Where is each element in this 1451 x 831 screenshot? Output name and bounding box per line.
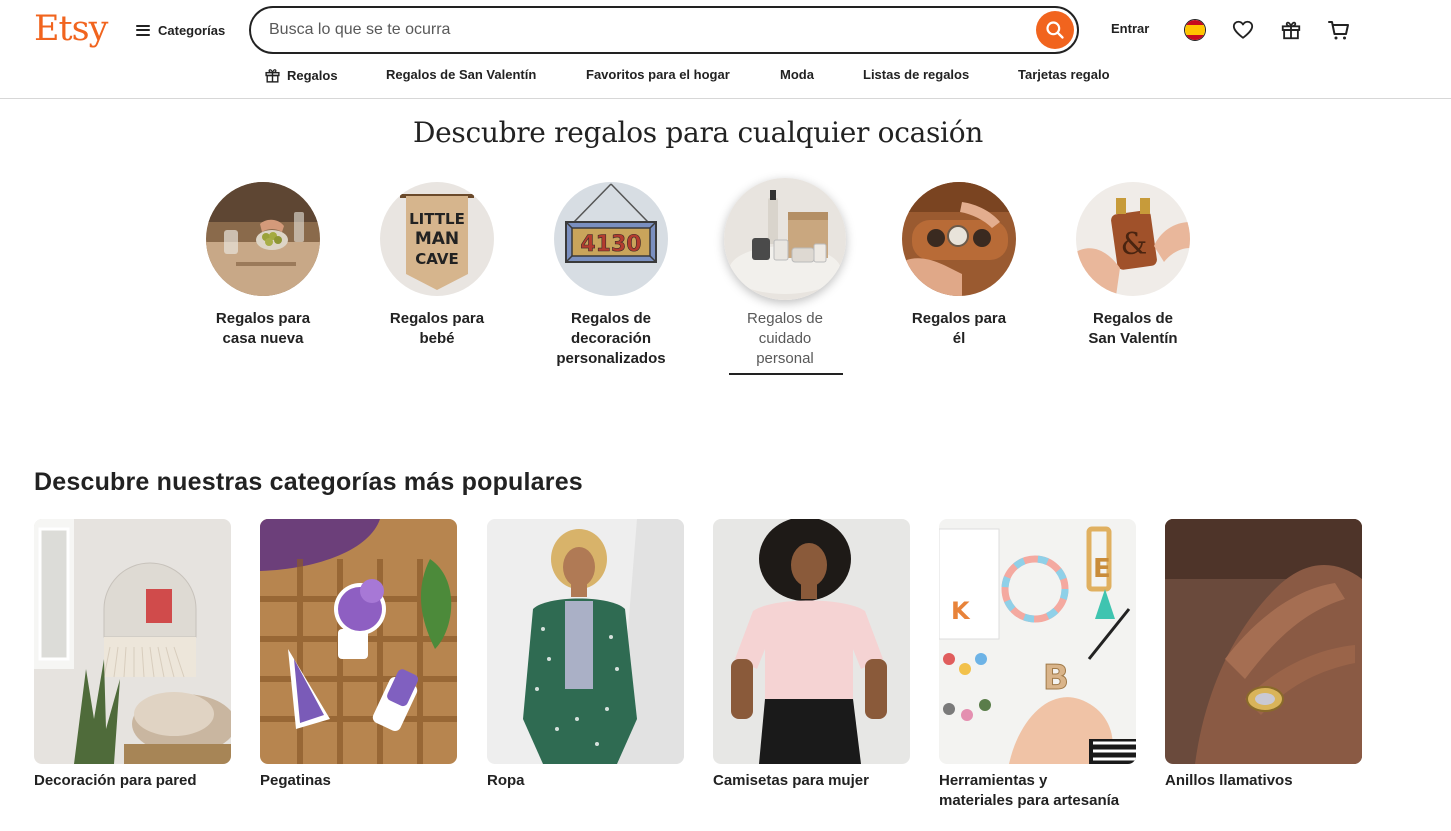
svg-text:4130: 4130 [580,232,641,257]
svg-text:E: E [1093,554,1111,584]
occasion-image [724,178,846,300]
subnav-item-hogar[interactable]: Favoritos para el hogar [586,67,730,82]
occasion-image: & [1076,182,1190,296]
occasion-image [902,182,1016,296]
occasion-para-el[interactable]: Regalos para él [889,182,1029,349]
search-icon [1046,21,1064,39]
gift-icon [1281,21,1301,40]
category-card-ropa[interactable]: Ropa [487,519,684,791]
svg-text:LITTLE: LITTLE [409,210,465,228]
occasion-label: Regalos de San Valentín [1088,310,1178,347]
occasion-bebe[interactable]: LITTLE MAN CAVE Regalos para bebé [367,182,507,349]
categories-label: Categorías [158,22,226,38]
search-button[interactable] [1036,11,1074,49]
occasion-label: Regalos para casa nueva [215,310,311,347]
category-image [34,519,231,764]
subnav-label: Regalos [287,68,338,83]
category-label: Ropa [487,772,525,789]
subnav-item-moda[interactable]: Moda [780,67,814,82]
subnav: Regalos Regalos de San Valentín Favorito… [0,64,1451,88]
subnav-item-san-valentin[interactable]: Regalos de San Valentín [386,67,536,82]
svg-text:CAVE: CAVE [415,250,458,268]
svg-text:B: B [1043,658,1069,698]
svg-text:K: K [951,597,971,625]
category-card-herramientas[interactable]: K E B Herramientas y materiales para arte… [939,519,1136,811]
subnav-item-listas[interactable]: Listas de regalos [863,67,969,82]
spain-flag-icon [1184,19,1206,41]
category-label: Anillos llamativos [1165,772,1293,789]
category-label: Pegatinas [260,772,331,789]
category-label: Camisetas para mujer [713,772,869,789]
occasion-label: Regalos de cuidado personal [747,310,823,367]
category-image [487,519,684,764]
active-occasion-indicator [729,373,843,375]
category-card-camisetas[interactable]: Camisetas para mujer [713,519,910,791]
category-image: K E B [939,519,1136,764]
occasion-decoracion[interactable]: 4130 Regalos de decoración personalizados [541,182,681,369]
cart-button[interactable] [1325,16,1353,44]
gift-icon [265,69,280,83]
occasion-label: Regalos de decoración personalizados [556,310,666,367]
occasion-cuidado-personal[interactable]: Regalos de cuidado personal [715,178,855,369]
subnav-item-regalos[interactable]: Regalos [264,67,338,84]
occasion-san-valentin[interactable]: & Regalos de San Valentín [1063,182,1203,349]
category-image [713,519,910,764]
language-button[interactable] [1181,16,1209,44]
search-bar [249,6,1079,54]
occasion-image: LITTLE MAN CAVE [380,182,494,296]
cart-icon [1328,21,1349,40]
subnav-item-tarjetas[interactable]: Tarjetas regalo [1018,67,1110,82]
categories-button[interactable]: Categorías [136,18,225,42]
search-input[interactable] [269,18,1009,42]
gifts-button[interactable] [1277,16,1305,44]
category-image [260,519,457,764]
popular-section-title: Descubre nuestras categorías más popular… [34,468,583,496]
category-card-anillos[interactable]: Anillos llamativos [1165,519,1362,791]
svg-text:MAN: MAN [415,229,459,249]
gifts-section-title: Descubre regalos para cualquier ocasión [412,116,983,149]
favorites-button[interactable] [1229,16,1257,44]
category-label: Herramientas y materiales para artesanía [939,772,1120,809]
occasion-label: Regalos para él [911,310,1007,347]
occasion-image: 4130 [554,182,668,296]
occasion-label: Regalos para bebé [389,310,485,347]
occasion-casa-nueva[interactable]: Regalos para casa nueva [193,182,333,349]
occasion-image [206,182,320,296]
category-image [1165,519,1362,764]
etsy-logo[interactable]: Etsy [34,9,108,49]
heart-icon [1232,20,1254,39]
category-card-pegatinas[interactable]: Pegatinas [260,519,457,791]
category-card-decoracion-pared[interactable]: Decoración para pared [34,519,231,791]
category-label: Decoración para pared [34,772,197,789]
site-header: Etsy Categorías Entrar [0,0,1451,99]
svg-text:&: & [1121,227,1148,262]
menu-icon [136,24,150,36]
signin-link[interactable]: Entrar [1111,21,1149,36]
